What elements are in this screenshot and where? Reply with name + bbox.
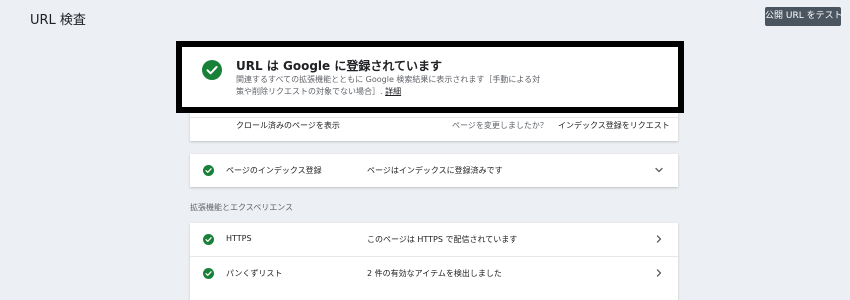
- chevron-down-icon[interactable]: [653, 164, 665, 176]
- breadcrumbs-label: パンくずリスト: [226, 269, 283, 278]
- chevron-right-icon[interactable]: [653, 267, 665, 279]
- check-circle-icon: [203, 165, 214, 176]
- request-indexing-link[interactable]: インデックス登録をリクエスト: [558, 120, 670, 131]
- https-value: このページは HTTPS で配信されています: [367, 235, 518, 244]
- check-circle-icon: [203, 268, 214, 279]
- page-changed-question: ページを変更しましたか？: [452, 121, 548, 130]
- divider: [190, 117, 678, 118]
- details-link[interactable]: 詳細: [385, 87, 401, 96]
- enhancements-heading: 拡張機能とエクスペリエンス: [190, 203, 294, 212]
- status-headline: URL は Google に登録されています: [236, 59, 442, 73]
- coverage-row[interactable]: ページのインデックス登録 ページはインデックスに登録済みです: [190, 154, 678, 187]
- chevron-right-icon[interactable]: [653, 233, 665, 245]
- breadcrumbs-row[interactable]: パンくずリスト 2 件の有効なアイテムを検出しました: [190, 257, 678, 290]
- coverage-label: ページのインデックス登録: [226, 166, 322, 175]
- check-circle-icon: [202, 60, 222, 80]
- page-title: URL 検査: [30, 13, 86, 28]
- enhancements-card: HTTPS このページは HTTPS で配信されています パンくずリスト 2 件…: [190, 223, 678, 300]
- https-label: HTTPS: [226, 234, 252, 243]
- test-live-url-button[interactable]: 公開 URL をテスト: [765, 7, 841, 26]
- status-highlight-box: URL は Google に登録されています 関連するすべての拡張機能とともに …: [176, 41, 684, 113]
- breadcrumbs-value: 2 件の有効なアイテムを検出しました: [367, 269, 502, 278]
- coverage-value: ページはインデックスに登録済みです: [367, 166, 503, 175]
- view-crawled-page-link[interactable]: クロール済みのページを表示: [236, 120, 340, 131]
- check-circle-icon: [203, 234, 214, 245]
- status-description: 関連するすべての拡張機能とともに Google 検索結果に表示されます［手動によ…: [236, 75, 541, 96]
- https-row[interactable]: HTTPS このページは HTTPS で配信されています: [190, 223, 678, 256]
